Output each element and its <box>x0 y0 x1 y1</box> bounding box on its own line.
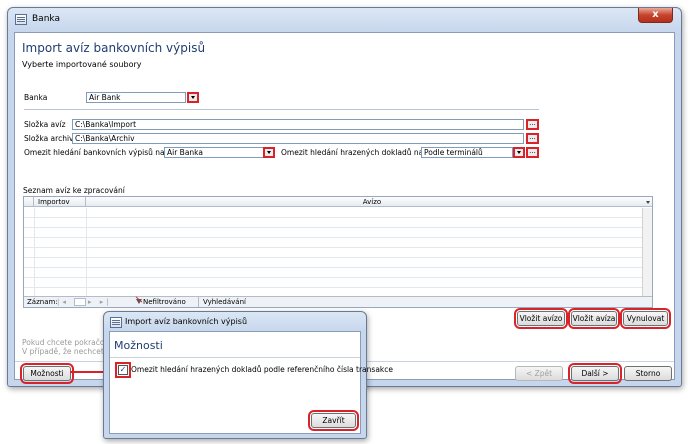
close-window-button[interactable]: x <box>638 8 673 23</box>
aviz-list-label: Seznam avíz ke zpracování <box>23 186 125 195</box>
grid-select-all[interactable] <box>24 197 34 207</box>
column-aviz-label: Avízo <box>362 198 382 206</box>
divider <box>24 109 539 110</box>
filter-off-icon <box>136 299 142 304</box>
folder-archive-input[interactable]: C:\Banka\Archiv <box>72 133 524 144</box>
insert-aviz-button[interactable]: Vložit avízo <box>514 308 568 329</box>
page-title: Import avíz bankovních výpisů <box>22 41 206 55</box>
title-bar: Banka x <box>8 8 681 32</box>
grid-rows[interactable] <box>24 208 642 296</box>
dialog-body: Možnosti ✓ Omezit hledání hrazených dokl… <box>109 331 393 434</box>
grid-search[interactable]: Vyhledávání <box>198 297 250 307</box>
page-subtitle: Vyberte importované soubory <box>22 60 142 69</box>
window-title: Banka <box>32 14 60 24</box>
restrict-statements-select[interactable]: Air Banka <box>164 147 264 158</box>
column-import[interactable]: Importov <box>34 197 86 207</box>
back-button[interactable]: < Zpět <box>515 366 563 381</box>
grid-vertical-scrollbar[interactable] <box>642 208 652 296</box>
record-navigation-bar: Záznam: |◂ ◂ ▸ ▸| Nefiltrováno Vyhledává… <box>24 296 652 307</box>
options-button[interactable]: Možnosti <box>20 363 74 384</box>
record-label: Záznam: <box>27 298 58 306</box>
folder-archive-label: Složka archiv <box>24 134 74 143</box>
nav-next-last-buttons[interactable]: ▸ ▸| <box>88 297 112 307</box>
aviz-grid[interactable]: Importov Avízo Záznam: |◂ ◂ ▸ ▸| Nefiltr… <box>23 196 653 308</box>
bank-label: Banka <box>24 93 48 102</box>
dialog-divider <box>110 357 360 358</box>
restrict-ref-number-label: Omezit hledání hrazených dokladů podle r… <box>131 365 393 374</box>
restrict-docs-browse-button[interactable]: ... <box>526 147 539 158</box>
grid-header: Importov Avízo <box>24 197 652 207</box>
next-button[interactable]: Další > <box>568 363 622 384</box>
dialog-title: Import avíz bankovních výpisů <box>125 317 248 326</box>
column-aviz[interactable]: Avízo <box>86 197 658 207</box>
record-number-input[interactable] <box>74 298 86 306</box>
restrict-docs-select[interactable]: Podle terminálů <box>421 147 513 158</box>
bank-dropdown-button[interactable] <box>187 92 199 103</box>
folder-archive-browse-button[interactable]: ... <box>526 133 539 144</box>
dialog-close-button[interactable]: Zavřít <box>308 410 359 431</box>
folder-aviz-input[interactable]: C:\Banka\Import <box>72 119 524 130</box>
restrict-ref-number-checkbox[interactable]: ✓ <box>115 362 131 378</box>
folder-aviz-label: Složka avíz <box>24 120 66 129</box>
clear-button[interactable]: Vynulovat <box>620 308 671 329</box>
form-icon <box>15 14 27 25</box>
cancel-button[interactable]: Storno <box>624 366 672 381</box>
restrict-docs-dropdown-button[interactable] <box>513 147 525 158</box>
options-dialog: Import avíz bankovních výpisů Možnosti ✓… <box>103 311 393 439</box>
bank-select[interactable]: Air Bank <box>86 92 186 103</box>
chevron-down-icon <box>646 201 650 204</box>
insert-avizos-button[interactable]: Vložit avíza <box>568 308 620 329</box>
form-icon <box>110 317 122 328</box>
restrict-statements-dropdown-button[interactable] <box>263 147 275 158</box>
hint-line-2: V případě, že nechcete <box>22 347 109 356</box>
callout-connector <box>70 371 105 373</box>
hint-line-1: Pokud chcete pokračov <box>22 338 109 347</box>
dialog-heading: Možnosti <box>114 339 163 352</box>
folder-aviz-browse-button[interactable]: ... <box>526 119 539 130</box>
filter-status[interactable]: Nefiltrováno <box>143 297 186 307</box>
